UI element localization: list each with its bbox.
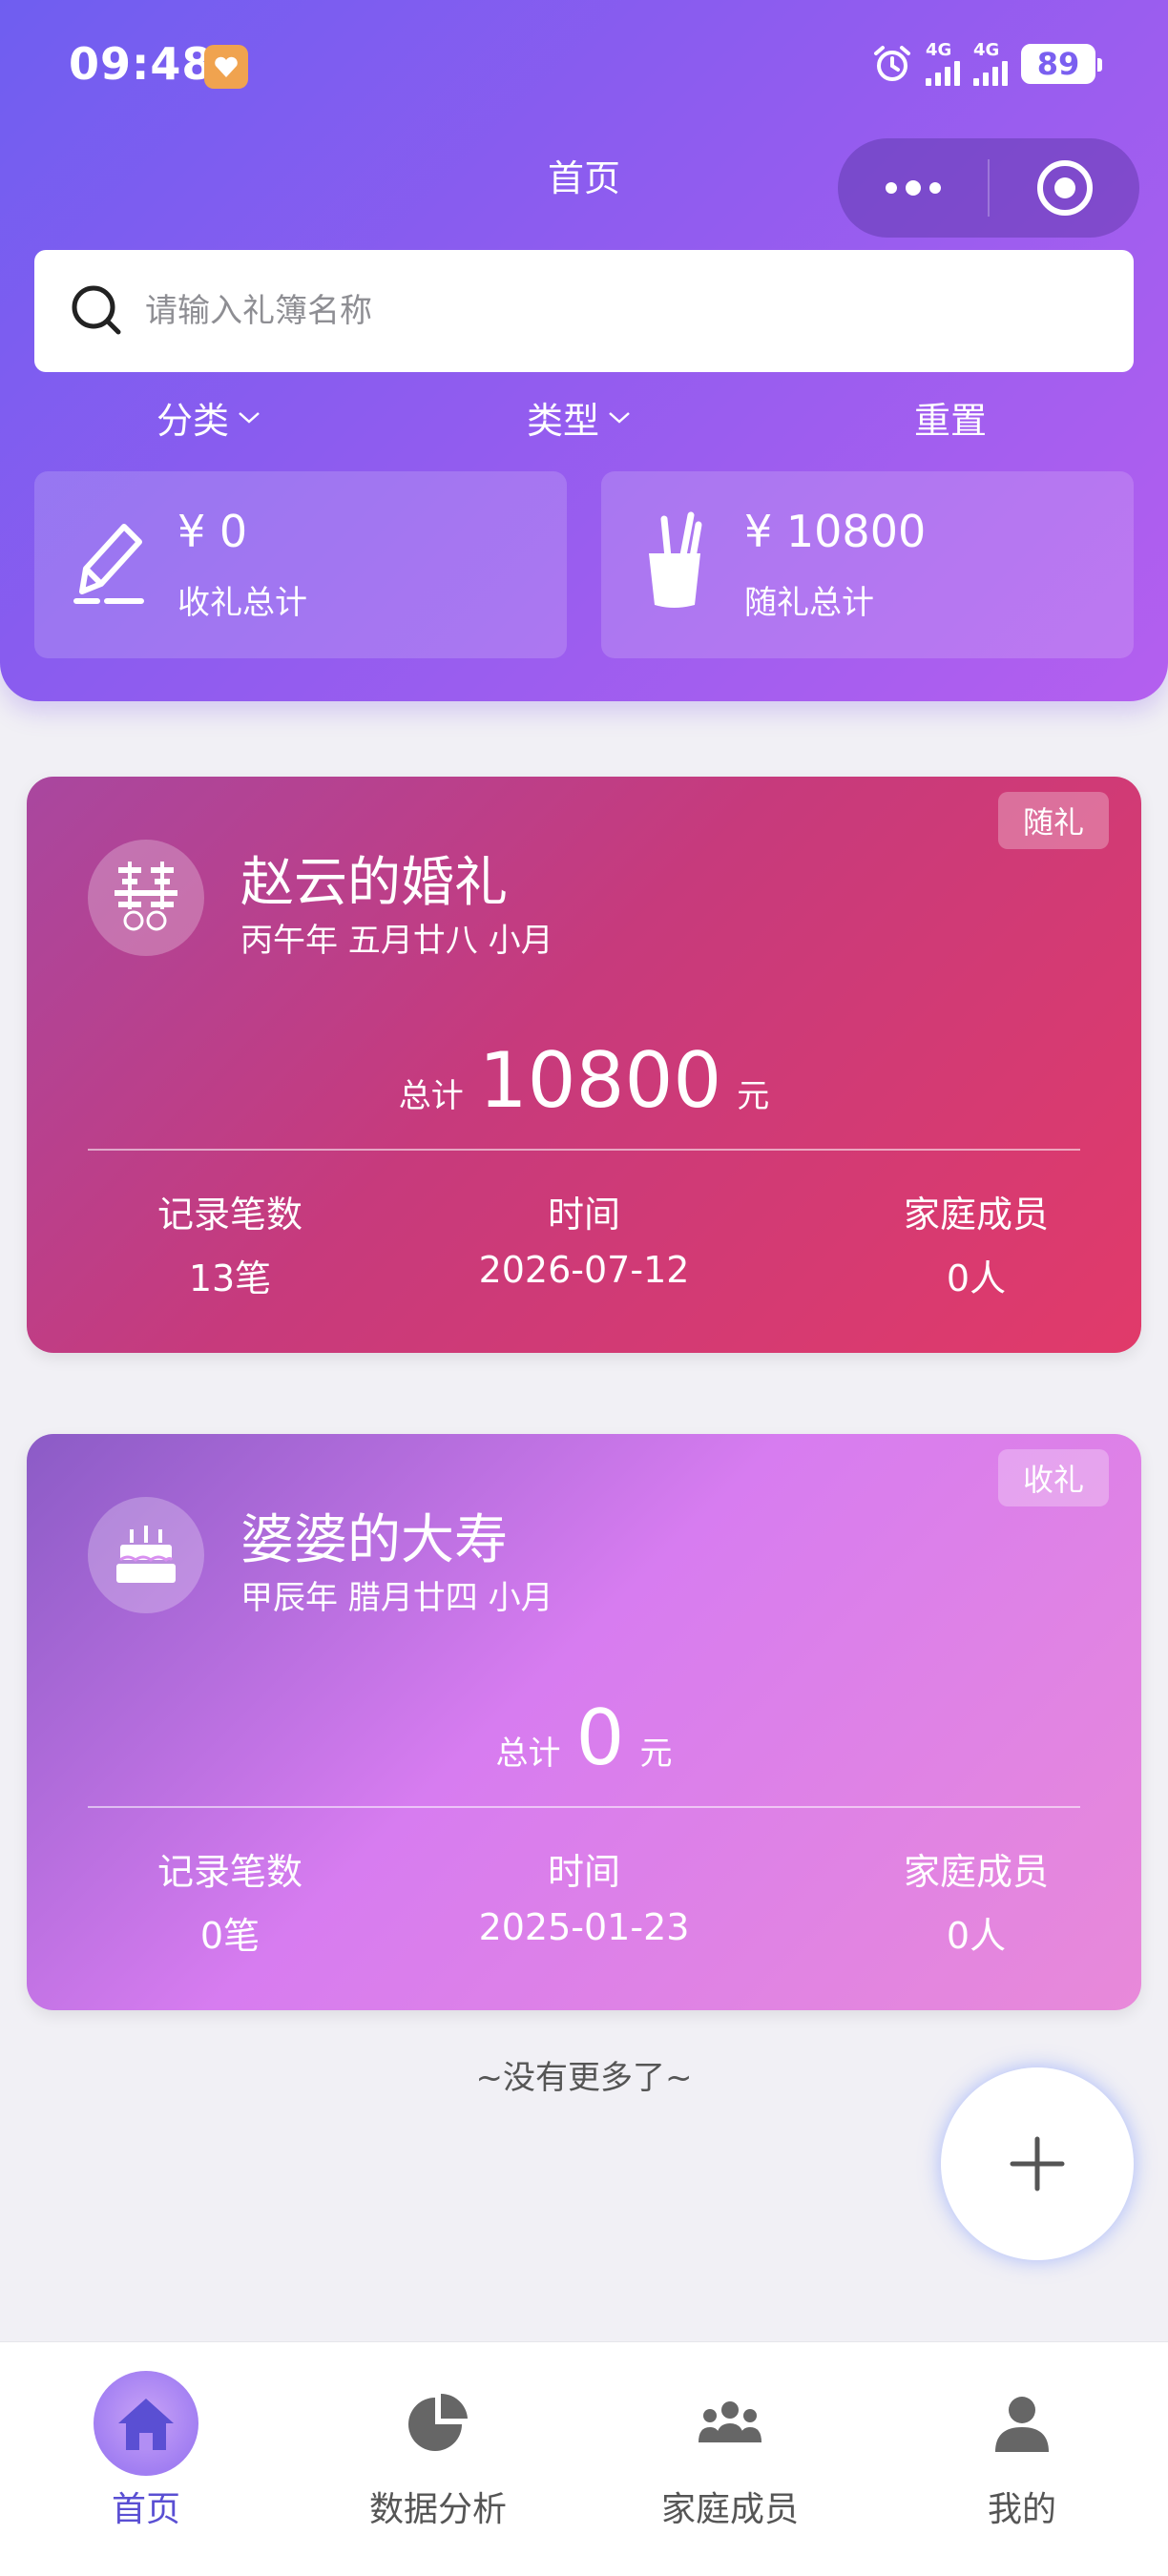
group-icon [678,2371,782,2476]
header-panel: 09:48 4G 4G 89 首页 请输入礼簿名称 分类 类型 重置 ¥ 0 收… [0,0,1168,701]
family-members-label: 家庭成员 [903,1851,1049,1893]
category-filter-label: 分类 [156,400,230,442]
book-date: 时间 2026-07-12 [441,1185,727,1291]
signal-bars-icon [973,59,1008,86]
tab-mine-label: 我的 [987,2490,1056,2529]
search-bar[interactable] [34,250,1134,372]
given-total-amount: ¥ 10800 [744,506,927,557]
search-input[interactable] [145,292,1004,330]
total-prefix: 总计 [495,1735,561,1773]
received-total-label: 收礼总计 [177,584,307,622]
tab-family-members-label: 家庭成员 [660,2490,799,2529]
signal-2: 4G [973,42,1008,86]
card-divider [88,1149,1080,1151]
family-members: 家庭成员 0人 [857,1842,1095,1959]
total-unit: 元 [737,1077,770,1115]
app-notification-icon [204,45,248,89]
type-filter-label: 类型 [527,400,600,442]
book-date-label: 时间 [547,1194,620,1236]
birthday-cake-icon [116,1526,176,1583]
card-divider [88,1806,1080,1808]
book-type-tag: 收礼 [997,1449,1109,1506]
book-lunar-date: 甲辰年 腊月廿四 小月 [240,1579,553,1617]
book-date-label: 时间 [547,1851,620,1893]
tab-data-analysis[interactable]: 数据分析 [292,2342,584,2576]
tab-home[interactable]: 首页 [0,2342,292,2576]
record-count-value: 13笔 [188,1257,272,1299]
given-total-label: 随礼总计 [744,584,874,622]
alarm-icon [874,46,910,81]
tab-home-label: 首页 [111,2490,180,2529]
total-amount: 10800 [478,1036,722,1125]
tab-family-members[interactable]: 家庭成员 [584,2342,876,2576]
category-filter[interactable]: 分类 [156,391,261,444]
pencil-icon [73,524,144,604]
more-dots-icon [885,180,941,196]
record-count: 记录笔数 0笔 [111,1842,349,1959]
close-button[interactable] [990,138,1139,238]
family-members: 家庭成员 0人 [857,1185,1095,1301]
family-members-label: 家庭成员 [903,1194,1049,1236]
add-book-button[interactable] [941,2067,1134,2260]
book-avatar [88,1497,204,1613]
home-icon [94,2371,198,2476]
signal-bars-icon [926,59,960,86]
gift-book-card[interactable]: 收礼 婆婆的大寿 甲辰年 腊月廿四 小月 总计 0 元 记录笔数 0笔 时间 2… [27,1434,1141,2010]
battery-indicator: 89 [1021,44,1102,84]
signal-1: 4G [926,42,960,86]
more-button[interactable] [838,138,988,238]
book-total: 总计 10800 元 [27,1036,1141,1125]
record-count-label: 记录笔数 [156,1851,302,1893]
person-icon [970,2371,1074,2476]
record-count-value: 0笔 [199,1915,261,1957]
reset-label: 重置 [914,400,988,442]
search-icon [72,285,121,335]
received-total-amount: ¥ 0 [177,506,248,557]
book-title: 婆婆的大寿 [240,1509,508,1571]
total-unit: 元 [639,1735,673,1773]
family-members-value: 0人 [946,1257,1007,1299]
reset-button[interactable]: 重置 [914,391,987,444]
pie-chart-icon [386,2371,490,2476]
target-close-icon [1036,160,1093,216]
book-lunar-date: 丙午年 五月廿八 小月 [240,922,553,960]
status-bar: 09:48 4G 4G 89 [0,0,1168,134]
book-avatar [88,840,204,956]
chevron-down-icon [239,411,260,424]
status-time: 09:48 [69,38,214,90]
plus-icon [1010,2136,1065,2192]
book-total: 总计 0 元 [27,1693,1141,1782]
type-filter[interactable]: 类型 [527,391,632,444]
double-happiness-icon [115,862,177,931]
received-total-card: ¥ 0 收礼总计 [34,471,567,658]
book-title: 赵云的婚礼 [240,852,508,914]
bottom-tab-bar: 首页 数据分析 家庭成员 我的 [0,2341,1168,2576]
book-date: 时间 2025-01-23 [441,1842,727,1948]
record-count-label: 记录笔数 [156,1194,302,1236]
filter-bar: 分类 类型 重置 [0,391,1168,458]
total-amount: 0 [575,1693,625,1782]
book-type-tag: 随礼 [997,792,1109,849]
gift-book-card[interactable]: 随礼 赵云的婚礼 丙午年 五月廿八 小月 总计 10800 元 记录笔数 13笔… [27,777,1141,1353]
book-date-value: 2025-01-23 [478,1906,690,1948]
book-date-value: 2026-07-12 [478,1249,690,1291]
chevron-down-icon [609,411,630,424]
mini-program-capsule [838,138,1139,238]
total-prefix: 总计 [398,1077,464,1115]
family-members-value: 0人 [946,1915,1007,1957]
tab-data-analysis-label: 数据分析 [368,2490,507,2529]
record-count: 记录笔数 13笔 [111,1185,349,1301]
given-total-card: ¥ 10800 随礼总计 [601,471,1134,658]
status-icons: 4G 4G 89 [872,42,1102,86]
tab-mine[interactable]: 我的 [876,2342,1168,2576]
pen-holder-icon [649,511,702,608]
